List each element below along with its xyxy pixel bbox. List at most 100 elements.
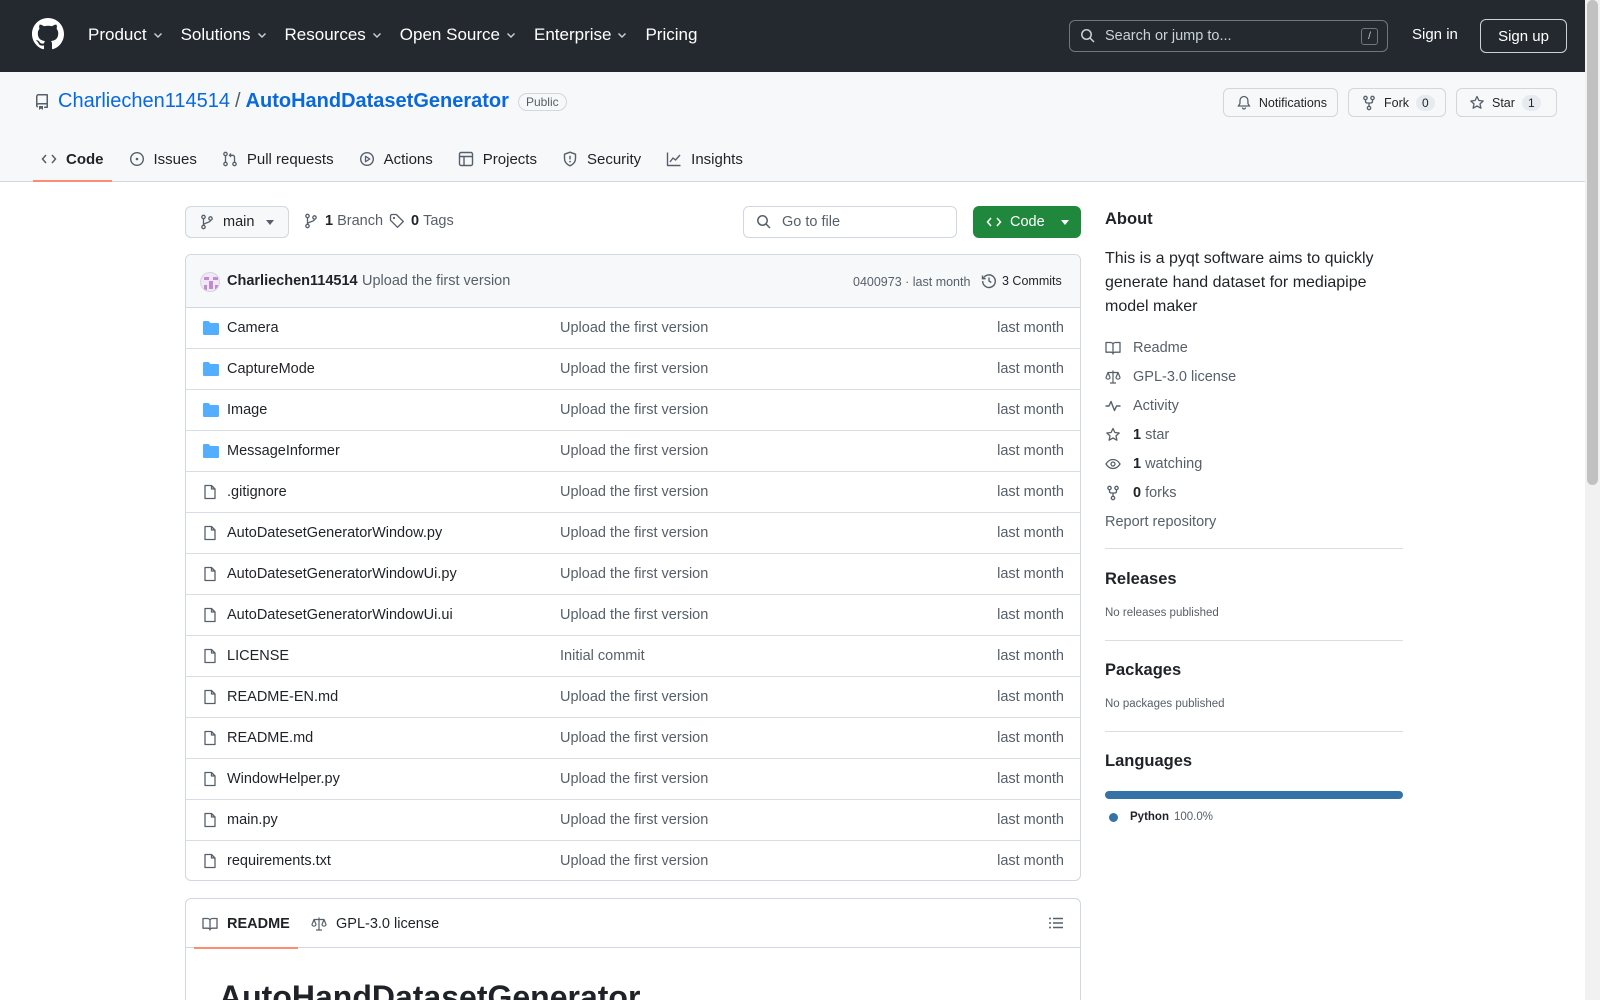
file-commit-message-link[interactable]: Upload the first version <box>560 484 708 500</box>
scrollbar-thumb[interactable] <box>1587 0 1598 485</box>
search-input[interactable]: Search or jump to... / <box>1069 20 1388 52</box>
file-commit-message-link[interactable]: Initial commit <box>560 648 645 664</box>
notifications-button[interactable]: Notifications <box>1223 88 1338 117</box>
file-name-link[interactable]: LICENSE <box>227 648 289 664</box>
readme-link[interactable]: Readme <box>1105 333 1403 362</box>
report-repository-link[interactable]: Report repository <box>1105 507 1403 536</box>
tab-actions[interactable]: Actions <box>351 136 441 182</box>
table-row[interactable]: CaptureMode Upload the first version last … <box>186 349 1080 390</box>
table-row[interactable]: WindowHelper.py Upload the first version l… <box>186 759 1080 800</box>
table-row[interactable]: AutoDatesetGeneratorWindowUi.ui Upload th… <box>186 595 1080 636</box>
file-commit-message-link[interactable]: Upload the first version <box>560 607 708 623</box>
file-commit-message-link[interactable]: Upload the first version <box>560 525 708 541</box>
license-link-label: GPL-3.0 license <box>1133 368 1237 385</box>
file-name-link[interactable]: WindowHelper.py <box>227 771 340 787</box>
tab-security[interactable]: Security <box>554 136 649 182</box>
tab-pull-requests[interactable]: Pull requests <box>214 136 342 182</box>
table-row[interactable]: README.md Upload the first version last mo… <box>186 718 1080 759</box>
tab-projects[interactable]: Projects <box>450 136 545 182</box>
file-commit-message-link[interactable]: Upload the first version <box>560 443 708 459</box>
file-commit-message-link[interactable]: Upload the first version <box>560 566 708 582</box>
file-name-link[interactable]: AutoDatesetGeneratorWindow.py <box>227 525 442 541</box>
file-commit-message-link[interactable]: Upload the first version <box>560 853 708 869</box>
nav-pricing[interactable]: Pricing <box>645 22 697 48</box>
file-name-link[interactable]: MessageInformer <box>227 443 340 459</box>
file-name-link[interactable]: requirements.txt <box>227 853 331 869</box>
table-row[interactable]: requirements.txt Upload the first version… <box>186 841 1080 880</box>
file-name-link[interactable]: CaptureMode <box>227 361 315 377</box>
list-unordered-icon[interactable] <box>1048 915 1064 931</box>
nav-product[interactable]: Product <box>88 22 164 48</box>
packages-title[interactable]: Packages <box>1105 661 1403 680</box>
commit-hash-date[interactable]: 0400973 · last month <box>853 275 970 289</box>
star-count: 1 <box>1521 94 1541 111</box>
go-to-file-input[interactable]: Go to file <box>743 206 957 238</box>
code-icon <box>986 217 1002 227</box>
tab-issues[interactable]: Issues <box>121 136 205 182</box>
releases-title[interactable]: Releases <box>1105 570 1403 589</box>
tab-insights-label: Insights <box>691 150 743 168</box>
forks-link[interactable]: 0 forks <box>1105 478 1403 507</box>
table-row[interactable]: Image Upload the first version last month <box>186 390 1080 431</box>
tags-link[interactable]: 0 Tags <box>389 213 454 229</box>
file-name-link[interactable]: AutoDatesetGeneratorWindowUi.py <box>227 566 457 582</box>
file-icon <box>202 484 218 500</box>
commit-message-link[interactable]: Upload the first version <box>362 273 510 289</box>
file-commit-message-link[interactable]: Upload the first version <box>560 812 708 828</box>
language-name: Python <box>1130 811 1169 823</box>
table-row[interactable]: AutoDatesetGeneratorWindow.py Upload the … <box>186 513 1080 554</box>
table-row[interactable]: README-EN.md Upload the first version last… <box>186 677 1080 718</box>
file-name-link[interactable]: Camera <box>227 320 279 336</box>
watchers-link[interactable]: 1 watching <box>1105 449 1403 478</box>
search-icon <box>1081 29 1095 43</box>
chevron-down-icon <box>153 33 162 38</box>
nav-solutions[interactable]: Solutions <box>181 22 268 48</box>
file-commit-message-link[interactable]: Upload the first version <box>560 689 708 705</box>
go-to-file-placeholder: Go to file <box>782 214 841 230</box>
branch-selector[interactable]: main <box>185 206 289 238</box>
tab-license[interactable]: GPL-3.0 license <box>311 899 439 948</box>
language-item-python[interactable]: Python 100.0% <box>1105 811 1403 823</box>
table-row[interactable]: Camera Upload the first version last month <box>186 308 1080 349</box>
stars-link[interactable]: 1 star <box>1105 420 1403 449</box>
file-name-link[interactable]: README-EN.md <box>227 689 338 705</box>
tab-insights[interactable]: Insights <box>658 136 751 182</box>
sign-in-link[interactable]: Sign in <box>1412 26 1458 43</box>
fork-button[interactable]: Fork 0 <box>1348 88 1446 117</box>
file-commit-message-link[interactable]: Upload the first version <box>560 771 708 787</box>
license-link[interactable]: GPL-3.0 license <box>1105 362 1403 391</box>
stars-label: star <box>1145 426 1170 443</box>
tab-readme[interactable]: README <box>194 899 298 949</box>
star-button[interactable]: Star 1 <box>1456 88 1557 117</box>
table-row[interactable]: AutoDatesetGeneratorWindowUi.py Upload th… <box>186 554 1080 595</box>
table-row[interactable]: LICENSE Initial commit last month <box>186 636 1080 677</box>
table-row[interactable]: main.py Upload the first version last mont… <box>186 800 1080 841</box>
code-dropdown-button[interactable]: Code <box>973 206 1081 238</box>
file-name-link[interactable]: README.md <box>227 730 313 746</box>
table-row[interactable]: MessageInformer Upload the first version l… <box>186 431 1080 472</box>
nav-enterprise[interactable]: Enterprise <box>534 22 628 48</box>
nav-resources[interactable]: Resources <box>285 22 383 48</box>
page-scrollbar[interactable] <box>1585 0 1600 1000</box>
repo-name-link[interactable]: AutoHandDatasetGenerator <box>246 90 509 113</box>
branches-link[interactable]: 1 Branch <box>303 213 383 229</box>
file-name-link[interactable]: .gitignore <box>227 484 287 500</box>
commits-link[interactable]: 3 Commits <box>981 273 1062 289</box>
commit-author-link[interactable]: Charliechen114514 <box>227 273 358 289</box>
file-commit-message-link[interactable]: Upload the first version <box>560 361 708 377</box>
activity-link[interactable]: Activity <box>1105 391 1403 420</box>
branch-icon <box>305 213 317 229</box>
avatar[interactable] <box>200 272 220 292</box>
nav-open-source[interactable]: Open Source <box>400 22 517 48</box>
file-commit-message-link[interactable]: Upload the first version <box>560 730 708 746</box>
file-name-link[interactable]: AutoDatesetGeneratorWindowUi.ui <box>227 607 453 623</box>
file-commit-message-link[interactable]: Upload the first version <box>560 320 708 336</box>
file-commit-message-link[interactable]: Upload the first version <box>560 402 708 418</box>
sign-up-button[interactable]: Sign up <box>1480 19 1567 53</box>
github-logo-icon[interactable] <box>32 18 64 50</box>
table-row[interactable]: .gitignore Upload the first version last m… <box>186 472 1080 513</box>
file-name-link[interactable]: Image <box>227 402 267 418</box>
repo-owner-link[interactable]: Charliechen114514 <box>58 90 230 113</box>
tab-code[interactable]: Code <box>33 136 112 182</box>
file-name-link[interactable]: main.py <box>227 812 278 828</box>
